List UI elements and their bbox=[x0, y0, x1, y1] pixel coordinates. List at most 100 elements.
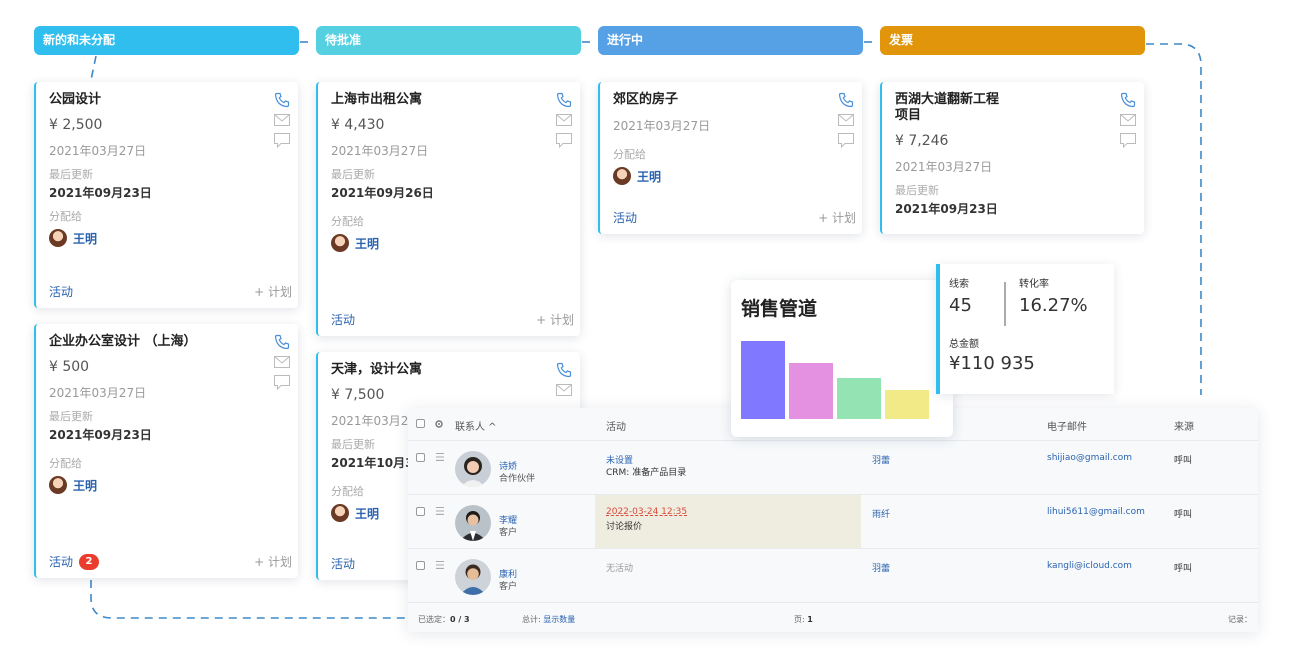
select-all-checkbox[interactable] bbox=[416, 419, 425, 428]
assignee-name[interactable]: 王明 bbox=[355, 505, 379, 522]
mail-icon[interactable] bbox=[556, 384, 572, 397]
header-contact[interactable]: 联系人 ^ bbox=[455, 418, 497, 433]
deal-amount: ¥ 500 bbox=[49, 359, 90, 375]
deal-title[interactable]: 郊区的房子 bbox=[613, 92, 791, 108]
deal-date: 2021年03月27日 bbox=[895, 160, 993, 174]
chat-icon[interactable] bbox=[274, 375, 290, 390]
assignee[interactable]: 王明 bbox=[613, 167, 862, 185]
avatar bbox=[49, 229, 67, 247]
last-updated-label: 最后更新 bbox=[49, 168, 93, 181]
page-number[interactable]: 1 bbox=[807, 615, 813, 624]
table-row[interactable]: ☰ 李耀 客户 2022-03-24 12:35 讨论报价 雨纤 lihui56… bbox=[408, 494, 1258, 549]
phone-icon[interactable] bbox=[556, 362, 572, 378]
contact-email[interactable]: shijiao@gmail.com bbox=[1047, 453, 1132, 463]
mail-icon[interactable] bbox=[1120, 114, 1136, 127]
assigned-user[interactable]: 羽蕾 bbox=[872, 561, 890, 574]
activity-link[interactable]: 活动 bbox=[49, 283, 73, 300]
row-checkbox[interactable] bbox=[416, 561, 425, 570]
contact-source: 呼叫 bbox=[1174, 564, 1193, 574]
header-activity[interactable]: 活动 bbox=[606, 418, 626, 433]
phone-icon[interactable] bbox=[1120, 92, 1136, 108]
assigned-user[interactable]: 雨纤 bbox=[872, 507, 890, 520]
last-updated-date: 2021年09月23日 bbox=[49, 186, 152, 200]
selected-value: 0 / 3 bbox=[450, 615, 470, 624]
assignee-name[interactable]: 王明 bbox=[637, 168, 661, 185]
column-header-invoice[interactable]: 发票 bbox=[880, 26, 1145, 55]
table-row[interactable]: ☰ 诗娇 合作伙伴 未设置 CRM: 准备产品目录 羽蕾 shijiao@gma… bbox=[408, 440, 1258, 494]
conversion-label: 转化率 bbox=[1019, 279, 1049, 290]
total-amount-label: 总金额 bbox=[949, 339, 979, 350]
chat-icon[interactable] bbox=[274, 133, 290, 148]
mail-icon[interactable] bbox=[274, 114, 290, 127]
show-count-link[interactable]: 显示数量 bbox=[543, 615, 575, 624]
activity-deadline[interactable]: 2022-03-24 12:35 bbox=[606, 507, 687, 517]
add-plan-link[interactable]: + 计划 bbox=[818, 209, 856, 226]
deal-card[interactable]: 上海市出租公寓 ¥ 4,430 2021年03月27日 最后更新 2021年09… bbox=[316, 82, 580, 336]
contact-email[interactable]: lihui5611@gmail.com bbox=[1047, 507, 1145, 517]
deal-card[interactable]: 企业办公室设计 （上海） ¥ 500 2021年03月27日 最后更新 2021… bbox=[34, 324, 298, 578]
assigned-to-label: 分配给 bbox=[331, 215, 364, 228]
activity-link[interactable]: 活动 bbox=[613, 209, 637, 226]
drag-handle-icon[interactable]: ☰ bbox=[435, 559, 445, 572]
header-email[interactable]: 电子邮件 bbox=[1047, 418, 1087, 433]
contact-source: 呼叫 bbox=[1174, 456, 1193, 466]
assignee-name[interactable]: 王明 bbox=[73, 477, 97, 494]
drag-handle-icon[interactable]: ☰ bbox=[435, 451, 445, 464]
contact-photo bbox=[455, 505, 491, 541]
column-header-in-progress[interactable]: 进行中 bbox=[598, 26, 863, 55]
deal-title[interactable]: 企业办公室设计 （上海） bbox=[49, 334, 249, 350]
card-footer: 活动 + 计划 bbox=[49, 283, 292, 300]
deal-card[interactable]: 公园设计 ¥ 2,500 2021年03月27日 最后更新 2021年09月23… bbox=[34, 82, 298, 308]
mail-icon[interactable] bbox=[556, 114, 572, 127]
mail-icon[interactable] bbox=[838, 114, 854, 127]
assignee-name[interactable]: 王明 bbox=[355, 235, 379, 252]
phone-icon[interactable] bbox=[274, 92, 290, 108]
chat-icon[interactable] bbox=[838, 133, 854, 148]
drag-handle-icon[interactable]: ☰ bbox=[435, 505, 445, 518]
row-checkbox[interactable] bbox=[416, 507, 425, 516]
sales-pipeline-widget: 销售管道 bbox=[731, 280, 953, 437]
card-footer: 活动 2 + 计划 bbox=[49, 553, 292, 570]
phone-icon[interactable] bbox=[838, 92, 854, 108]
activity-link[interactable]: 活动 bbox=[331, 555, 355, 572]
chat-icon[interactable] bbox=[556, 133, 572, 148]
deal-title[interactable]: 公园设计 bbox=[49, 92, 227, 108]
assignee[interactable]: 王明 bbox=[49, 229, 298, 247]
selected-label: 已选定： bbox=[418, 615, 450, 624]
card-actions bbox=[556, 362, 574, 403]
activity-label[interactable]: 活动 bbox=[49, 553, 73, 570]
add-plan-link[interactable]: + 计划 bbox=[536, 311, 574, 328]
assignee-name[interactable]: 王明 bbox=[73, 230, 97, 247]
stats-divider bbox=[1004, 282, 1006, 326]
table-row[interactable]: ☰ 康利 客户 无活动 羽蕾 kangli@icloud.com 呼叫 bbox=[408, 548, 1258, 602]
add-plan-link[interactable]: + 计划 bbox=[254, 553, 292, 570]
phone-icon[interactable] bbox=[274, 334, 290, 350]
records-label: 记录： bbox=[1228, 615, 1252, 624]
chat-icon[interactable] bbox=[1120, 133, 1136, 148]
avatar bbox=[331, 504, 349, 522]
assignee[interactable]: 王明 bbox=[49, 476, 298, 494]
deal-card[interactable]: 西湖大道翻新工程项目 ¥ 7,246 2021年03月27日 最后更新 2021… bbox=[880, 82, 1144, 234]
activity-link[interactable]: 活动 2 bbox=[49, 553, 100, 570]
row-checkbox[interactable] bbox=[416, 453, 425, 462]
deal-title[interactable]: 天津，设计公寓 bbox=[331, 362, 509, 378]
assigned-user[interactable]: 羽蕾 bbox=[872, 453, 890, 466]
column-header-new-unassigned[interactable]: 新的和未分配 bbox=[34, 26, 299, 55]
contact-email[interactable]: kangli@icloud.com bbox=[1047, 561, 1132, 571]
settings-icon[interactable] bbox=[434, 419, 444, 429]
deal-title[interactable]: 上海市出租公寓 bbox=[331, 92, 509, 108]
deal-date: 2021年03月27日 bbox=[613, 119, 711, 133]
activity-status[interactable]: 无活动 bbox=[606, 561, 633, 574]
deal-card[interactable]: 郊区的房子 2021年03月27日 分配给 王明 活动 + 计划 bbox=[598, 82, 862, 234]
avatar bbox=[49, 476, 67, 494]
deal-title[interactable]: 西湖大道翻新工程项目 bbox=[895, 92, 1009, 124]
page-indicator: 页: 1 bbox=[794, 614, 813, 625]
leads-label: 线索 bbox=[949, 279, 969, 290]
activity-link[interactable]: 活动 bbox=[331, 311, 355, 328]
column-header-pending-approval[interactable]: 待批准 bbox=[316, 26, 581, 55]
header-source[interactable]: 来源 bbox=[1174, 418, 1194, 433]
assignee[interactable]: 王明 bbox=[331, 234, 580, 252]
add-plan-link[interactable]: + 计划 bbox=[254, 283, 292, 300]
phone-icon[interactable] bbox=[556, 92, 572, 108]
mail-icon[interactable] bbox=[274, 356, 290, 369]
